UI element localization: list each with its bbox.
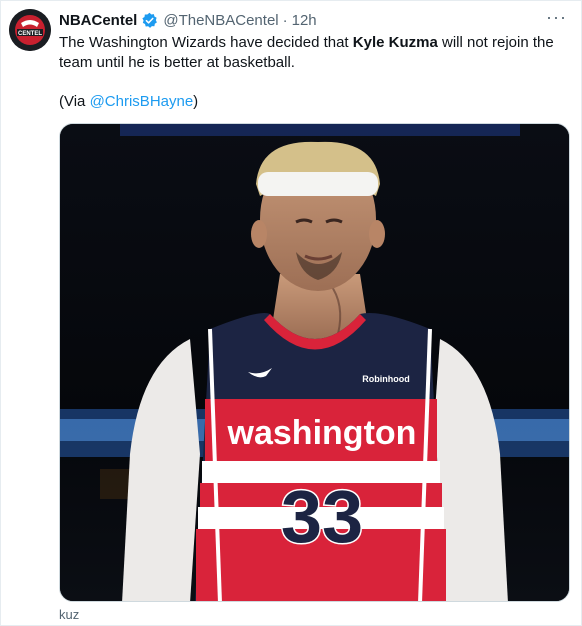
handle[interactable]: @TheNBACentel bbox=[163, 12, 278, 29]
tweet-header: NBACentel @TheNBACentel · 12h ··· bbox=[59, 8, 567, 30]
photo-caption: kuz bbox=[59, 607, 80, 622]
avatar[interactable]: CENTEL bbox=[9, 9, 51, 51]
jersey-sponsor: Robinhood bbox=[362, 374, 409, 384]
more-options-button[interactable]: ··· bbox=[546, 8, 567, 28]
via-line: (Via @ChrisBHayne) bbox=[59, 92, 198, 112]
tweet-card[interactable]: CENTEL NBACentel @TheNBACentel · 12h ···… bbox=[0, 0, 582, 626]
avatar-text: CENTEL bbox=[18, 31, 42, 37]
display-name[interactable]: NBACentel bbox=[59, 12, 137, 29]
timestamp[interactable]: 12h bbox=[292, 12, 317, 29]
tweet-photo[interactable]: Robinhood washington 33 bbox=[59, 123, 570, 602]
player-photo-illustration: Robinhood washington 33 bbox=[60, 124, 569, 601]
tweet-text: The Washington Wizards have decided that… bbox=[59, 33, 567, 73]
separator-dot: · bbox=[282, 11, 288, 29]
tweet-text-bold: Kyle Kuzma bbox=[352, 34, 438, 51]
avatar-logo-icon: CENTEL bbox=[9, 9, 51, 51]
via-prefix: (Via bbox=[59, 93, 90, 110]
jersey-number: 33 bbox=[281, 475, 363, 558]
verified-badge-icon bbox=[142, 12, 158, 28]
tweet-text-part-1: The Washington Wizards have decided that bbox=[59, 34, 353, 51]
mention-link[interactable]: @ChrisBHayne bbox=[90, 93, 194, 110]
via-suffix: ) bbox=[193, 93, 199, 110]
jersey-wordmark: washington bbox=[227, 414, 417, 452]
